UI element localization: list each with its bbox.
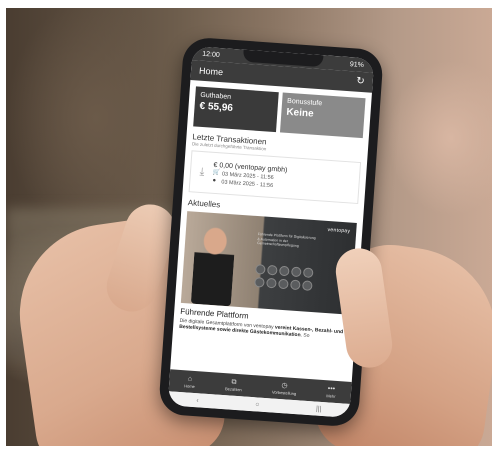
status-battery: 91% [349, 60, 365, 69]
phone-screen: 12:00 91% Home ↻ Guthaben € 55,96 Bonuss… [167, 46, 375, 418]
home-icon: ⌂ [187, 375, 193, 383]
photo-background: 12:00 91% Home ↻ Guthaben € 55,96 Bonuss… [6, 8, 492, 446]
ventopay-logo: ventopay [327, 226, 351, 235]
refresh-icon[interactable]: ↻ [356, 76, 365, 88]
nav-pay[interactable]: ⧉ Bezahlen [225, 378, 243, 392]
home-button-icon[interactable]: ○ [255, 401, 260, 408]
nav-preorder[interactable]: ◷ Vorbestellung [272, 381, 297, 396]
nav-more[interactable]: ••• Mehr [326, 385, 336, 399]
news-image[interactable]: ventopay Führende Plattform für Digitali… [180, 211, 357, 315]
more-icon: ••• [327, 384, 336, 393]
clock-icon: ◷ [281, 381, 288, 390]
coin-icon: ● [212, 177, 217, 185]
back-icon[interactable]: ‹ [196, 397, 199, 404]
news-image-text: Führende Plattform für Digitalisierung &… [257, 232, 316, 248]
bonus-card[interactable]: Bonusstufe Keine [279, 92, 366, 139]
status-time: 12:00 [202, 50, 220, 59]
news-image-icons [254, 264, 314, 292]
balance-value: € 55,96 [199, 100, 234, 115]
news-image-person [190, 225, 237, 307]
recent-apps-icon[interactable]: ||| [316, 405, 322, 412]
download-arrow-icon: ⤓ [199, 165, 205, 178]
bonus-value: Keine [286, 106, 314, 120]
transaction-date-2: 03 März 2025 - 11:56 [221, 178, 274, 189]
cart-icon: 🛒 [212, 169, 221, 177]
pay-icon: ⧉ [231, 378, 237, 386]
transaction-item[interactable]: ⤓ € 0,00 (ventopay gmbh) 🛒 03 März 2025 … [188, 150, 362, 205]
smartphone: 12:00 91% Home ↻ Guthaben € 55,96 Bonuss… [158, 36, 384, 428]
page-title: Home [198, 65, 224, 78]
balance-card[interactable]: Guthaben € 55,96 [193, 86, 279, 133]
nav-home[interactable]: ⌂ Home [184, 375, 196, 388]
